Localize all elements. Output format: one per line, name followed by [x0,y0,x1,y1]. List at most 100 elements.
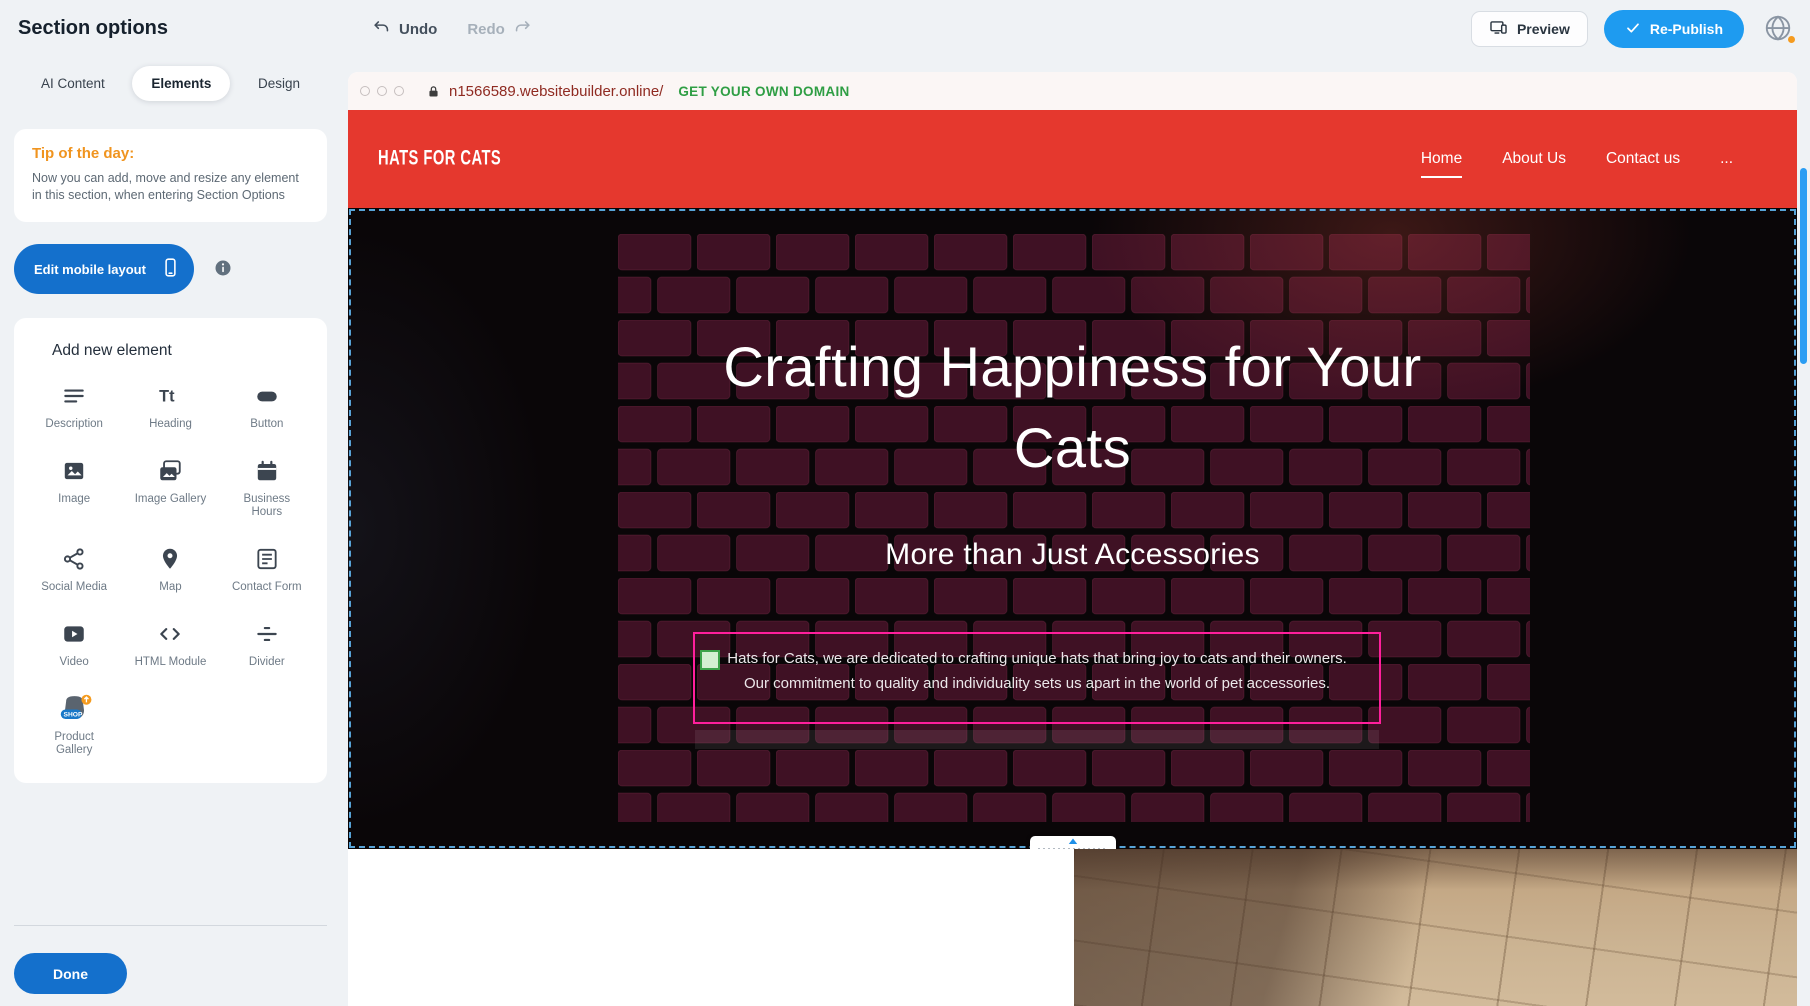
tip-body: Now you can add, move and resize any ele… [32,170,309,204]
tab-elements[interactable]: Elements [132,66,230,101]
add-element-button[interactable]: Button [219,382,315,431]
next-section-blank[interactable] [348,849,1074,1006]
add-element-map[interactable]: Map [122,545,218,594]
nav-item-contact-us[interactable]: Contact us [1606,150,1680,168]
next-section-image[interactable] [1074,849,1797,1006]
add-element-grid: Description TtHeading Button Image Image Gal… [26,382,315,757]
lock-icon [426,84,441,99]
redo-label: Redo [467,21,505,38]
element-label: Map [159,581,181,594]
hero-section[interactable]: Crafting Happiness for Your Cats More th… [348,208,1797,849]
product-gallery-icon: SHOP [56,695,93,723]
window-control-dot [394,86,404,96]
notification-dot [1788,36,1795,43]
element-label: Video [60,656,89,669]
nav-item-home[interactable]: Home [1421,150,1462,168]
preview-label: Preview [1517,21,1570,37]
paragraph-line: Our commitment to quality and individual… [695,671,1379,696]
redo-icon [513,18,532,41]
social-media-icon [61,545,87,573]
svg-text:Tt: Tt [160,387,176,405]
tip-of-the-day-card: Tip of the day: Now you can add, move an… [14,129,327,222]
redo-button[interactable]: Redo [467,18,532,41]
get-your-own-domain-link[interactable]: GET YOUR OWN DOMAIN [678,84,849,99]
hero-paragraph[interactable]: Hats for Cats, we are dedicated to craft… [695,646,1379,696]
check-icon [1625,20,1641,39]
topbar-actions: Preview Re-Publish [1471,0,1796,58]
site-nav: Home About Us Contact us... [1421,150,1767,168]
element-label: Social Media [41,581,107,594]
republish-button[interactable]: Re-Publish [1604,10,1744,48]
video-icon [61,620,87,648]
add-element-heading[interactable]: TtHeading [122,382,218,431]
add-element-video[interactable]: Video [26,620,122,669]
add-element-divider[interactable]: Divider [219,620,315,669]
image-gallery-icon [157,457,183,485]
history-controls: Undo Redo [372,0,532,58]
section-options-sidebar: AI Content Elements Design Tip of the da… [14,66,327,783]
element-label: Divider [249,656,285,669]
element-label: HTML Module [135,656,207,669]
add-element-social-media[interactable]: Social Media [26,545,122,594]
phone-icon [160,257,181,281]
window-control-dot [360,86,370,96]
button-icon [254,382,280,410]
element-label: Image [58,493,90,506]
hero-heading[interactable]: Crafting Happiness for Your Cats [713,326,1433,488]
edit-mobile-layout-button[interactable]: Edit mobile layout [14,244,194,294]
republish-label: Re-Publish [1650,21,1723,37]
tab-ai-content[interactable]: AI Content [22,66,124,101]
paragraph-line: Hats for Cats, we are dedicated to craft… [695,646,1379,671]
done-button[interactable]: Done [14,953,127,994]
add-element-contact-form[interactable]: Contact Form [219,545,315,594]
element-label: Contact Form [232,581,302,594]
tip-title: Tip of the day: [32,145,309,162]
site-preview-canvas: n1566589.websitebuilder.online/ GET YOUR… [348,72,1797,1006]
resize-handle-left[interactable] [700,650,720,670]
element-label: Business Hours [230,493,304,519]
add-element-image[interactable]: Image [26,457,122,519]
section-height-resize-handle[interactable] [1030,836,1116,849]
site-header[interactable]: HATS FOR CATS Home About Us Contact us... [348,110,1797,208]
description-icon [61,382,87,410]
add-element-description[interactable]: Description [26,382,122,431]
language-globe-button[interactable] [1760,11,1796,47]
info-button[interactable] [212,258,234,280]
image-icon [61,457,87,485]
element-label: Description [45,418,103,431]
map-icon [157,545,183,573]
element-label: Button [250,418,283,431]
nav-item-more[interactable]: ... [1720,150,1733,168]
element-ghost-bar [695,730,1379,749]
preview-button[interactable]: Preview [1471,11,1588,47]
undo-button[interactable]: Undo [372,18,437,41]
add-element-card: Add new element Description TtHeading Butt… [14,318,327,783]
sidebar-divider [14,925,327,926]
canvas-scrollbar-track [1797,58,1810,1006]
heading-icon: Tt [157,382,183,410]
business-hours-icon [254,457,280,485]
info-icon [213,266,233,281]
element-label: Image Gallery [135,493,207,506]
site-logo: HATS FOR CATS [378,147,501,171]
selected-text-element[interactable]: Hats for Cats, we are dedicated to craft… [693,632,1381,724]
add-element-business-hours[interactable]: Business Hours [219,457,315,519]
resize-arrows-icon [1030,836,1116,849]
add-element-title: Add new element [52,342,315,360]
tab-design[interactable]: Design [239,66,319,101]
add-element-image-gallery[interactable]: Image Gallery [122,457,218,519]
html-module-icon [157,620,183,648]
undo-icon [372,18,391,41]
sidebar-tabs: AI Content Elements Design [14,66,327,101]
add-element-html-module[interactable]: HTML Module [122,620,218,669]
page-title: Section options [18,17,168,40]
edit-mobile-layout-label: Edit mobile layout [34,262,146,277]
monitor-icon [1489,18,1508,40]
hero-subheading[interactable]: More than Just Accessories [348,538,1797,572]
add-element-product-gallery[interactable]: SHOP Product Gallery [26,695,122,757]
canvas-scrollbar-thumb[interactable] [1800,168,1807,364]
nav-item-about-us[interactable]: About Us [1502,150,1566,168]
element-label: Product Gallery [37,731,111,757]
site-url: n1566589.websitebuilder.online/ [449,83,663,100]
next-section [348,849,1797,1006]
